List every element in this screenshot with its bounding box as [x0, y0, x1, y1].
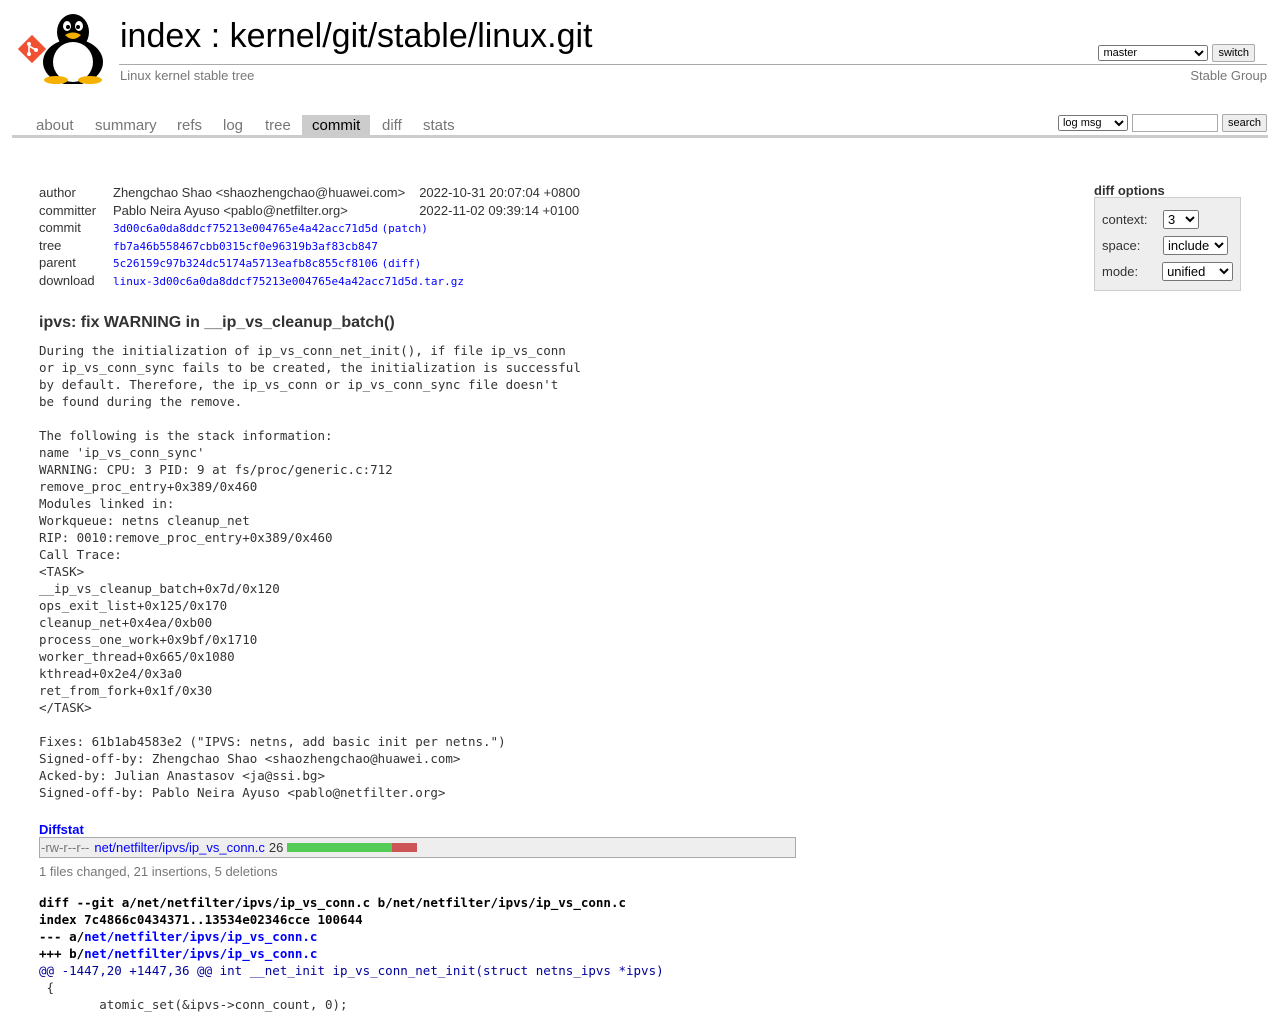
- switch-button[interactable]: switch: [1212, 44, 1255, 62]
- parent-value: 5c26159c97b324dc5174a5713eafb8c855cf8106…: [113, 254, 580, 272]
- tree-row: tree fb7a46b558467cbb0315cf0e96319b3af83…: [39, 237, 580, 255]
- commit-subject: ipvs: fix WARNING in __ip_vs_cleanup_bat…: [39, 314, 395, 331]
- diffstat-bar: [287, 843, 418, 852]
- search-form: log msg search: [1057, 114, 1267, 132]
- mode-row: mode: unified: [1102, 261, 1233, 281]
- tab-log[interactable]: log: [213, 115, 253, 135]
- tux-penguin-icon: [43, 14, 103, 84]
- committer-value: Pablo Neira Ayuso <pablo@netfilter.org>: [113, 202, 348, 218]
- diff-options-panel: context: 3 space: include mode: unified: [1094, 197, 1241, 291]
- mode-label: mode:: [1102, 263, 1139, 279]
- diff-plus-line: +++ b/net/netfilter/ipvs/ip_vs_conn.c: [39, 945, 664, 962]
- header-divider: [119, 64, 1267, 65]
- repo-description: Linux kernel stable tree: [120, 68, 255, 83]
- committer-date: 2022-11-02 09:39:14 +0100: [419, 202, 580, 218]
- insertions-bar: [287, 843, 393, 852]
- diffstat-summary: 1 files changed, 21 insertions, 5 deleti…: [39, 864, 278, 879]
- author-label: author: [39, 185, 76, 201]
- search-scope-select[interactable]: log msg: [1057, 115, 1128, 131]
- commit-message: During the initialization of ip_vs_conn_…: [39, 343, 581, 800]
- diffstat-file-link[interactable]: net/netfilter/ipvs/ip_vs_conn.c: [94, 840, 265, 855]
- deletions-bar: [392, 843, 418, 852]
- diff-hunk-header: @@ -1447,20 +1447,36 @@ int __net_init i…: [39, 963, 664, 978]
- title-separator: :: [201, 17, 230, 55]
- diff-options-title: diff options: [1094, 183, 1165, 198]
- repo-owner: Stable Group: [1190, 68, 1267, 83]
- commit-sha-link[interactable]: 3d00c6a0da8ddcf75213e004765e4a42acc71d5d: [113, 222, 378, 235]
- space-label: space:: [1102, 237, 1141, 253]
- search-button[interactable]: search: [1221, 114, 1267, 132]
- parent-sha-link[interactable]: 5c26159c97b324dc5174a5713eafb8c855cf8106: [113, 257, 378, 270]
- minus-prefix: --- a/: [39, 929, 85, 944]
- tab-summary[interactable]: summary: [85, 115, 167, 135]
- download-row: download linux-3d00c6a0da8ddcf75213e0047…: [39, 272, 580, 290]
- commit-info-table: author Zhengchao Shao <shaozhengchao@hua…: [39, 184, 580, 289]
- space-select[interactable]: include: [1163, 235, 1228, 255]
- index-link[interactable]: index: [120, 17, 201, 55]
- tree-sha-link[interactable]: fb7a46b558467cbb0315cf0e96319b3af83cb847: [113, 240, 378, 253]
- search-input[interactable]: [1131, 114, 1218, 132]
- diffstat-header[interactable]: Diffstat: [39, 822, 84, 837]
- tab-refs[interactable]: refs: [167, 115, 212, 135]
- diff-view: diff --git a/net/netfilter/ipvs/ip_vs_co…: [39, 894, 664, 1013]
- commit-label: commit: [39, 220, 81, 236]
- branch-switch-form: master switch: [1098, 44, 1255, 62]
- page-title: index : kernel/git/stable/linux.git: [120, 17, 593, 56]
- diff-minus-line: --- a/net/netfilter/ipvs/ip_vs_conn.c: [39, 928, 664, 945]
- diff-context-line: atomic_set(&ipvs->conn_count, 0);: [39, 997, 348, 1012]
- context-row: context: 3: [1102, 209, 1233, 229]
- tab-diff[interactable]: diff: [372, 115, 412, 135]
- tree-label: tree: [39, 237, 62, 253]
- file-mode: -rw-r--r--: [41, 840, 90, 855]
- commit-row: commit 3d00c6a0da8ddcf75213e004765e4a42a…: [39, 219, 580, 237]
- tab-about[interactable]: about: [26, 115, 84, 135]
- tab-stats[interactable]: stats: [413, 115, 465, 135]
- author-row: author Zhengchao Shao <shaozhengchao@hua…: [39, 184, 580, 202]
- parent-diff-link[interactable]: (diff): [382, 257, 422, 270]
- download-label: download: [39, 272, 95, 288]
- committer-row: committer Pablo Neira Ayuso <pablo@netfi…: [39, 202, 580, 220]
- tree-value: fb7a46b558467cbb0315cf0e96319b3af83cb847: [113, 237, 580, 255]
- author-value: Zhengchao Shao <shaozhengchao@huawei.com…: [113, 185, 406, 201]
- committer-label: committer: [39, 202, 97, 218]
- plus-file-link[interactable]: net/netfilter/ipvs/ip_vs_conn.c: [84, 946, 317, 961]
- mode-select[interactable]: unified: [1162, 261, 1233, 281]
- diffstat-table: -rw-r--r-- net/netfilter/ipvs/ip_vs_conn…: [39, 837, 796, 858]
- parent-label: parent: [39, 255, 76, 271]
- diff-context-line: {: [39, 980, 55, 995]
- patch-link[interactable]: (patch): [382, 222, 428, 235]
- space-row: space: include: [1102, 235, 1233, 255]
- diffstat-count: 26: [268, 840, 284, 855]
- branch-select[interactable]: master: [1098, 45, 1209, 61]
- context-select[interactable]: 3: [1163, 209, 1199, 229]
- download-link[interactable]: linux-3d00c6a0da8ddcf75213e004765e4a42ac…: [113, 275, 464, 288]
- diff-git-line: diff --git a/net/netfilter/ipvs/ip_vs_co…: [39, 895, 626, 910]
- tab-tree[interactable]: tree: [255, 115, 301, 135]
- tab-commit[interactable]: commit: [302, 115, 371, 135]
- minus-file-link[interactable]: net/netfilter/ipvs/ip_vs_conn.c: [84, 929, 317, 944]
- repo-link[interactable]: kernel/git/stable/linux.git: [230, 17, 593, 55]
- parent-row: parent 5c26159c97b324dc5174a5713eafb8c85…: [39, 254, 580, 272]
- diff-index-line: index 7c4866c0434371..13534e02346cce 100…: [39, 912, 363, 927]
- commit-value: 3d00c6a0da8ddcf75213e004765e4a42acc71d5d…: [113, 219, 580, 237]
- download-value: linux-3d00c6a0da8ddcf75213e004765e4a42ac…: [113, 272, 580, 290]
- context-label: context:: [1102, 211, 1148, 227]
- plus-prefix: +++ b/: [39, 946, 85, 961]
- author-date: 2022-10-31 20:07:04 +0800: [419, 185, 581, 201]
